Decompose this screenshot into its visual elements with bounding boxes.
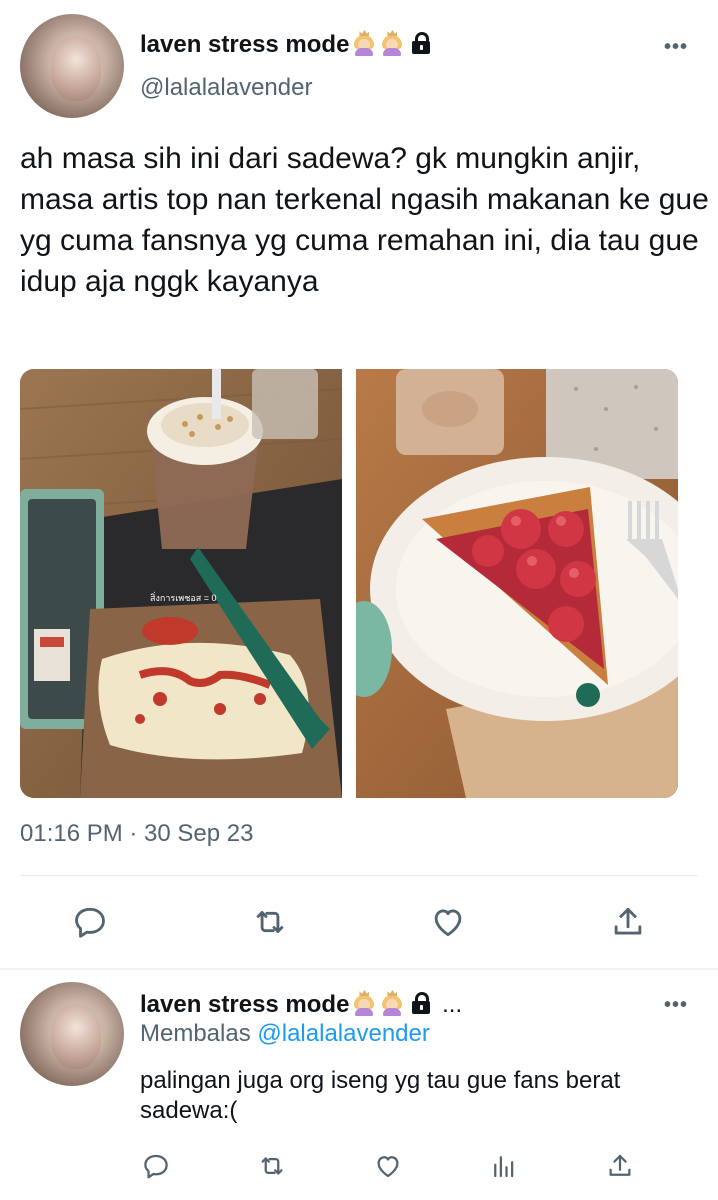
author-avatar[interactable] [20,14,124,118]
reply-more-options-button[interactable]: ••• [664,994,688,1017]
retweet-icon [256,911,284,933]
share-button[interactable] [606,900,650,944]
replying-to-mention[interactable]: @lalalalavender [257,1020,429,1047]
drink-and-crepe-image: สิ่งการเพชอส = 0 [20,369,342,798]
like-icon [434,909,462,937]
reply-retweet-button[interactable] [250,1144,294,1188]
reply-share-button[interactable] [598,1144,642,1188]
retweet-button[interactable] [248,900,292,944]
lock-icon [411,31,431,55]
reply-icon [75,907,105,938]
reply-views-button[interactable] [482,1144,526,1188]
reply-icon [144,1154,168,1179]
reply-reply-button[interactable] [134,1144,178,1188]
reply-like-button[interactable] [366,1144,410,1188]
reply-text: palingan juga org iseng yg tau gue fans … [140,1067,621,1124]
svg-text:สิ่งการเพชอส = 0: สิ่งการเพชอส = 0 [150,591,217,603]
tweet-text: ah masa sih ini dari sadewa? gk mungkin … [20,142,709,298]
author-name-text: laven stress mode [140,31,350,58]
replying-to-line: Membalas @lalalalavender [140,1020,430,1048]
author-handle[interactable]: @lalalalavender [140,74,312,102]
reply-author-avatar[interactable] [20,982,124,1086]
reply-author-name[interactable]: laven stress mode ... [140,990,462,1019]
name-truncation: ... [442,991,463,1018]
lock-icon [411,991,431,1015]
share-icon [609,1154,631,1176]
person-gesturing-no-icon [379,990,405,1016]
section-divider [0,968,718,970]
like-button[interactable] [426,900,470,944]
person-gesturing-no-icon [379,30,405,56]
replying-prefix: Membalas [140,1020,251,1047]
person-gesturing-no-icon [351,30,377,56]
retweet-icon [261,1157,283,1175]
tweet-timestamp[interactable]: 01:16 PM · 30 Sep 23 [20,820,253,848]
author-name[interactable]: laven stress mode [140,30,431,59]
tweet-photo-1[interactable]: สิ่งการเพชอส = 0 [20,369,342,798]
timestamp-divider [20,875,698,876]
person-gesturing-no-icon [351,990,377,1016]
like-icon [377,1156,399,1178]
views-icon [494,1156,514,1178]
tweet-photo-2[interactable] [356,369,678,798]
reply-button[interactable] [68,900,112,944]
more-options-button[interactable]: ••• [664,36,688,59]
strawberry-tart-image [356,369,678,798]
reply-author-name-text: laven stress mode [140,991,350,1018]
share-icon [614,907,642,935]
